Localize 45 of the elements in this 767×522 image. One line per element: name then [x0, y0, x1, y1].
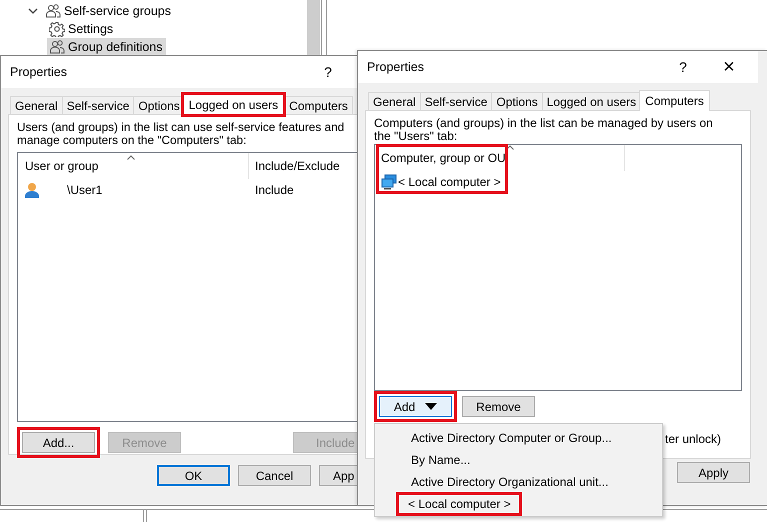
tab[interactable]: Options [491, 92, 543, 110]
tree-item[interactable]: Group definitions [47, 38, 166, 56]
gear-icon [49, 21, 65, 37]
tab[interactable]: General [10, 96, 63, 114]
sort-icon [506, 145, 514, 150]
help-button[interactable]: ? [660, 51, 706, 83]
help-button[interactable]: ? [305, 56, 351, 88]
button[interactable]: Remove [462, 396, 535, 417]
users-icon [45, 3, 61, 19]
users-icon [49, 39, 65, 55]
tab[interactable]: General [368, 92, 421, 110]
description-text: Users (and groups) in the list can use self-service features and manage computers on the "Computers" tab: [17, 121, 346, 147]
sort-icon [127, 155, 135, 160]
menu-item[interactable]: < Local computer > [399, 495, 519, 513]
option-label: ter unlock) [665, 432, 722, 446]
dropdown-button[interactable]: Add [379, 396, 452, 417]
button[interactable]: Cancel [238, 465, 311, 486]
chevron-down-icon[interactable] [28, 6, 38, 16]
caret-down-icon [425, 403, 438, 410]
button[interactable]: Add... [22, 432, 95, 453]
button[interactable]: Apply [677, 462, 750, 483]
tab[interactable]: Logged on users [542, 92, 642, 110]
column-header[interactable]: User or group [18, 153, 249, 179]
window-title: Properties [10, 65, 67, 79]
button[interactable]: App [319, 465, 357, 486]
tab[interactable]: Computers [284, 96, 353, 114]
window-title: Properties [367, 60, 424, 74]
menu-item[interactable]: By Name... [408, 451, 474, 469]
column-header[interactable]: Include/Exclude [249, 153, 357, 179]
tab[interactable]: Computers [639, 90, 710, 111]
button[interactable]: OK [157, 465, 230, 486]
tab[interactable]: Logged on users [182, 94, 284, 115]
menu-item[interactable]: Active Directory Organizational unit... [408, 473, 612, 491]
column-header[interactable]: Computer, group or OU [375, 145, 625, 171]
scrollbar[interactable] [307, 0, 320, 55]
tree-item[interactable]: Settings [47, 20, 116, 38]
computer-icon [381, 174, 397, 190]
menu-item[interactable]: Active Directory Computer or Group... [408, 429, 615, 447]
tree-item[interactable]: Self-service groups [43, 2, 174, 20]
description-text: Computers (and groups) in the list can be managed by users on the "Users" tab: [374, 117, 714, 143]
person-icon [25, 182, 39, 198]
list-cell: \User1 [18, 179, 248, 200]
list-cell: < Local computer > [375, 171, 604, 192]
close-button[interactable]: × [706, 51, 752, 83]
list-cell-text: Include [254, 182, 294, 198]
